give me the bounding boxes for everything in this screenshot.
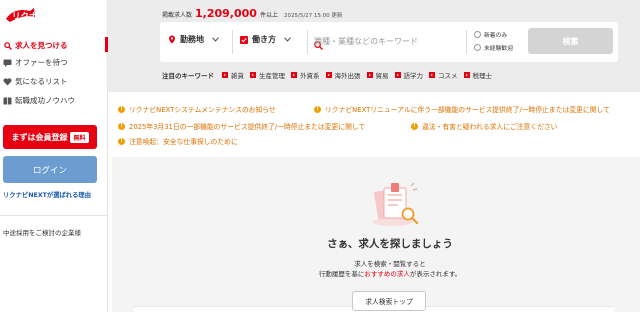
chevron-down-icon <box>284 37 291 42</box>
sidebar-item-favorites[interactable]: 気になるリスト <box>0 73 107 90</box>
keyword-link[interactable]: 語学力 <box>394 70 424 80</box>
keyword-text: 生産管理 <box>259 72 285 80</box>
book-icon <box>2 97 13 105</box>
keyword-link[interactable]: 外資系 <box>291 70 320 80</box>
sidebar-item-wait-offer[interactable]: オファーを待つ <box>0 54 107 71</box>
keyword-link[interactable]: コスメ <box>429 70 458 80</box>
info-icon: ! <box>118 105 125 113</box>
keyword-link[interactable]: 税理士 <box>463 70 493 80</box>
notice-text: リクナビNEXTリニューアルに伴う一部機能のサービス提供終了/一時停止または変更… <box>325 106 610 114</box>
desc-highlight: おすすめの求人 <box>364 270 410 278</box>
keyword-text: 海外出張 <box>334 72 361 80</box>
sidebar-item-label: 求人を見つける <box>15 41 68 50</box>
keyword-text: コスメ <box>438 72 458 80</box>
why-chosen-link[interactable]: リクナビNEXTが選ばれる理由 <box>3 190 91 199</box>
message-icon <box>2 59 13 67</box>
arrow-icon <box>463 72 470 78</box>
heart-icon <box>2 77 13 86</box>
register-label: まずは会員登録 <box>11 132 68 142</box>
arrow-icon <box>429 72 435 78</box>
keyword-text: 雑貨 <box>231 72 244 80</box>
info-icon: ! <box>411 122 418 130</box>
location-select[interactable]: 勤務地 <box>168 34 219 45</box>
empty-state-desc: 行動履歴を基におすすめの求人が表示されます。 <box>280 268 500 278</box>
sidebar-item-label: 気になるリスト <box>15 77 68 86</box>
notice-text: リクナビNEXTシステムメンテナンスのお知らせ <box>129 106 276 114</box>
keywords-title: 注目のキーワード <box>162 72 214 80</box>
empty-state-desc: 求人を検索・閲覧すると <box>354 260 426 268</box>
notice-link[interactable]: ! 違法・有害と疑われる求人にご注意ください <box>411 121 557 131</box>
job-search-top-button[interactable]: 求人検索トップ <box>352 291 426 311</box>
job-count-unit: 件以上 <box>259 12 278 19</box>
for-companies-link[interactable]: 中途採用をご検討の企業様 <box>3 227 81 237</box>
keyword-text: 外資系 <box>300 72 320 80</box>
inexperienced-label: 未経験歓迎 <box>484 46 513 52</box>
info-icon: ! <box>118 137 125 145</box>
arrow-icon <box>394 72 401 78</box>
inexperienced-checkbox[interactable]: 未経験歓迎 <box>474 43 513 52</box>
sidebar-item-label: 転職成功ノウハウ <box>15 96 75 105</box>
divider <box>307 30 308 54</box>
divider <box>232 30 233 54</box>
job-count-value: 1,209,000 <box>195 7 257 20</box>
arrow-icon <box>250 72 256 78</box>
keyword-link[interactable]: 貿易 <box>366 70 389 80</box>
checkbox-icon <box>240 35 248 44</box>
sidebar: リクナビNEXT 求人を見つける オファーを待つ 気になるリスト 転職成功ノウハ… <box>0 0 108 312</box>
chevron-down-icon <box>212 37 219 42</box>
job-count-updated: 2025/5/27 15:00 更新 <box>283 13 343 19</box>
work-style-select[interactable]: 働き方 <box>240 34 291 45</box>
divider <box>466 30 467 54</box>
work-style-label: 働き方 <box>252 35 276 44</box>
arrow-icon <box>291 72 297 78</box>
desc-text: 行動履歴を基に <box>318 270 365 278</box>
radio-circle <box>474 44 481 51</box>
info-icon: ! <box>118 122 125 130</box>
sidebar-item-knowhow[interactable]: 転職成功ノウハウ <box>0 92 107 109</box>
keyword-link[interactable]: 海外出張 <box>325 70 361 80</box>
sidebar-divider <box>0 215 107 216</box>
notice-text: 違法・有害と疑われる求人にご注意ください <box>422 123 558 131</box>
login-button[interactable]: ログイン <box>3 156 97 183</box>
notice-link[interactable]: ! リクナビNEXTリニューアルに伴う一部機能のサービス提供終了/一時停止または… <box>314 104 610 114</box>
document-search-icon <box>364 180 422 232</box>
arrow-icon <box>222 72 228 78</box>
job-count: 掲載求人数 1,209,000 件以上 2025/5/27 15:00 更新 <box>162 7 343 20</box>
register-button[interactable]: まずは会員登録 無料 <box>3 125 97 149</box>
keyword-text: 税理士 <box>472 72 493 80</box>
job-count-label: 掲載求人数 <box>162 12 193 19</box>
keyword-input[interactable] <box>314 28 464 54</box>
notice-link[interactable]: ! 注意喚起：安全な仕事探しのために <box>118 136 238 146</box>
notice-link[interactable]: ! 2025年3月31日の一部機能のサービス提供終了/一時停止または変更に関して <box>118 121 365 131</box>
free-badge: 無料 <box>70 131 89 143</box>
notice-text: 2025年3月31日の一部機能のサービス提供終了/一時停止または変更に関して <box>129 123 366 131</box>
location-label: 勤務地 <box>180 35 204 44</box>
notice-link[interactable]: ! リクナビNEXTシステムメンテナンスのお知らせ <box>118 104 276 114</box>
sidebar-item-label: オファーを待つ <box>15 58 68 67</box>
search-icon <box>2 41 13 50</box>
trending-keywords: 注目のキーワード 雑貨 生産管理 外資系 海外出張 貿易 語学力 コスメ 税理士 <box>162 69 498 81</box>
new-only-label: 新着のみ <box>484 33 508 39</box>
search-button[interactable]: 検索 <box>528 28 613 54</box>
logo-wordmark: リクナビNEXT <box>12 11 71 22</box>
keyword-text: 貿易 <box>375 72 389 80</box>
info-icon: ! <box>314 105 321 113</box>
arrow-icon <box>325 72 332 78</box>
arrow-icon <box>366 72 373 78</box>
new-only-checkbox[interactable]: 新着のみ <box>474 30 507 39</box>
rikunabi-logo[interactable]: リクナビNEXT <box>4 5 104 25</box>
location-pin-icon <box>168 35 176 44</box>
radio-circle <box>474 31 481 38</box>
keyword-link[interactable]: 雑貨 <box>222 70 244 80</box>
keyword-link[interactable]: 生産管理 <box>250 70 285 80</box>
notice-text: 注意喚起：安全な仕事探しのために <box>129 138 238 146</box>
desc-text: が表示されます。 <box>409 270 462 278</box>
empty-state-title: さぁ、求人を探しましょう <box>327 238 453 250</box>
keyword-text: 語学力 <box>403 72 424 80</box>
sidebar-item-find-jobs[interactable]: 求人を見つける <box>0 37 107 54</box>
